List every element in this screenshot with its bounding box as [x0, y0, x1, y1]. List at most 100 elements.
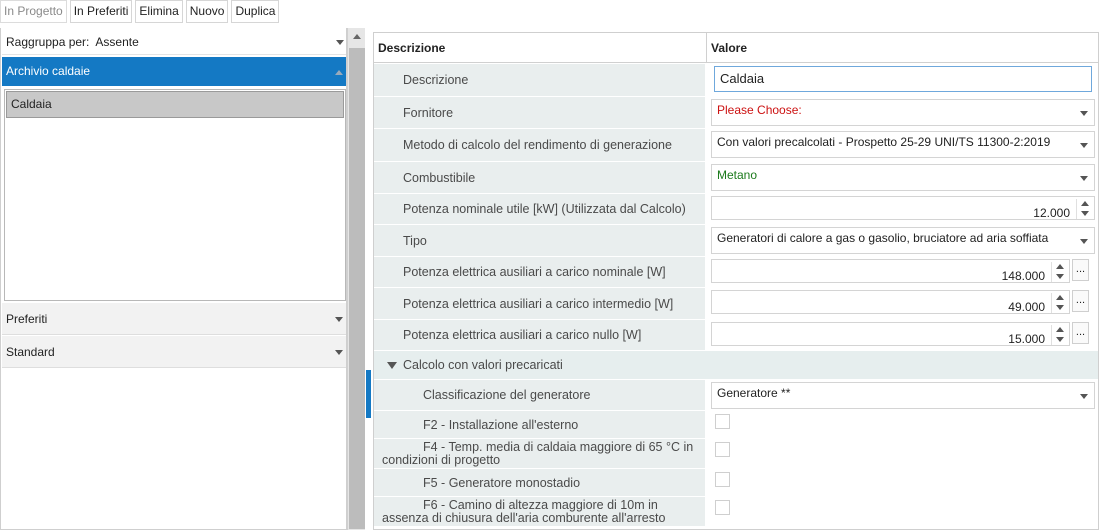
- column-separator[interactable]: [706, 33, 707, 63]
- chevron-up-icon: [353, 34, 361, 39]
- row-label: F6 - Camino di altezza maggiore di 10m i…: [374, 497, 705, 526]
- spin-buttons[interactable]: [1051, 325, 1067, 345]
- spin-down-icon[interactable]: [1056, 337, 1064, 342]
- spin-down-icon[interactable]: [1056, 305, 1064, 310]
- row-fornitore: Fornitore Please Choose:: [374, 97, 1098, 128]
- aux-nullo-stepper[interactable]: 15.000: [711, 322, 1070, 346]
- row-label-text: F4 - Temp. media di caldaia maggiore di …: [382, 439, 694, 467]
- row-label-text: F5 - Generatore monostadio: [423, 475, 581, 490]
- chevron-down-icon: [1080, 239, 1088, 244]
- row-f4: F4 - Temp. media di caldaia maggiore di …: [374, 439, 1098, 468]
- row-label: Fornitore: [374, 97, 705, 128]
- spin-buttons[interactable]: [1051, 262, 1067, 282]
- in-progetto-button[interactable]: In Progetto: [0, 0, 67, 23]
- aux-intermedio-ellipsis-button[interactable]: ...: [1072, 290, 1089, 312]
- nuovo-button[interactable]: Nuovo: [185, 0, 229, 23]
- spin-down-icon[interactable]: [1056, 274, 1064, 279]
- row-label: F2 - Installazione all'esterno: [374, 411, 705, 438]
- row-value: [708, 411, 1098, 438]
- group-standard[interactable]: Standard: [2, 336, 346, 368]
- metodo-dropdown[interactable]: Con valori precalcolati - Prospetto 25-2…: [711, 131, 1095, 158]
- spin-buttons[interactable]: [1051, 293, 1067, 313]
- row-value: 12.000: [708, 194, 1098, 224]
- row-value: [708, 439, 1098, 468]
- column-header-valore[interactable]: Valore: [711, 33, 747, 63]
- row-classificazione: Classificazione del generatore Generator…: [374, 380, 1098, 410]
- descrizione-input[interactable]: Caldaia: [714, 66, 1092, 92]
- aux-nominale-stepper[interactable]: 148.000: [711, 259, 1070, 283]
- spin-up-icon[interactable]: [1056, 264, 1064, 269]
- property-grid: Descrizione Valore Descrizione Caldaia F…: [373, 32, 1099, 530]
- chevron-down-icon: [335, 350, 343, 355]
- group-preferiti[interactable]: Preferiti: [2, 303, 346, 335]
- row-value: Generatori di calore a gas o gasolio, br…: [708, 225, 1098, 256]
- row-label-text: Fornitore: [403, 105, 454, 120]
- row-label-text: Potenza elettrica ausiliari a carico int…: [403, 296, 674, 311]
- spin-up-icon[interactable]: [1081, 201, 1089, 206]
- fornitore-dropdown[interactable]: Please Choose:: [711, 99, 1095, 126]
- duplica-button[interactable]: Duplica: [231, 0, 280, 23]
- toolbar: In Progetto In Preferiti Elimina Nuovo D…: [0, 0, 282, 24]
- archive-list: Caldaia: [4, 89, 346, 301]
- archive-header[interactable]: Archivio caldaie: [2, 57, 346, 86]
- groupby-label: Raggruppa per:: [6, 35, 90, 49]
- row-label-text: Metodo di calcolo del rendimento di gene…: [403, 138, 672, 152]
- row-f5: F5 - Generatore monostadio: [374, 469, 1098, 496]
- f5-checkbox[interactable]: [715, 472, 730, 487]
- list-item[interactable]: Caldaia: [6, 91, 344, 118]
- f2-checkbox[interactable]: [715, 414, 730, 429]
- row-value: [708, 497, 1098, 526]
- row-value: Metano: [708, 162, 1098, 193]
- chevron-down-icon: [1080, 394, 1088, 399]
- row-label: Combustibile: [374, 162, 705, 193]
- row-aux-nominale: Potenza elettrica ausiliari a carico nom…: [374, 257, 1098, 287]
- column-header-descrizione[interactable]: Descrizione: [378, 33, 445, 63]
- row-label-text: Potenza elettrica ausiliari a carico nul…: [403, 328, 642, 342]
- panel-splitter[interactable]: [366, 370, 371, 418]
- groupby-value: Assente: [95, 35, 139, 49]
- row-label: Potenza elettrica ausiliari a carico nom…: [374, 257, 705, 287]
- aux-intermedio-stepper[interactable]: 49.000: [711, 290, 1070, 314]
- groupby-dropdown[interactable]: Raggruppa per: Assente: [2, 29, 346, 55]
- f4-checkbox[interactable]: [715, 442, 730, 457]
- row-label: Potenza elettrica ausiliari a carico nul…: [374, 320, 705, 350]
- section-calcolo-precaricati[interactable]: Calcolo con valori precaricati: [374, 351, 1098, 379]
- row-label-text: F2 - Installazione all'esterno: [423, 417, 579, 432]
- collapse-triangle-icon[interactable]: [387, 362, 397, 369]
- elimina-button[interactable]: Elimina: [135, 0, 183, 23]
- row-label-text: Potenza nominale utile [kW] (Utilizzata …: [403, 202, 686, 216]
- spin-up-icon[interactable]: [1056, 295, 1064, 300]
- row-value: Generatore **: [708, 380, 1098, 410]
- scroll-up-button[interactable]: [349, 29, 365, 45]
- spin-buttons[interactable]: [1076, 199, 1092, 219]
- tipo-dropdown[interactable]: Generatori di calore a gas o gasolio, br…: [711, 227, 1095, 254]
- scroll-thumb[interactable]: [349, 48, 365, 529]
- row-value: Please Choose:: [708, 97, 1098, 128]
- row-label-text: Descrizione: [403, 73, 469, 87]
- combustibile-dropdown[interactable]: Metano: [711, 164, 1095, 191]
- aux-nullo-ellipsis-button[interactable]: ...: [1072, 322, 1089, 344]
- row-descrizione: Descrizione Caldaia: [374, 64, 1098, 96]
- aux-nominale-ellipsis-button[interactable]: ...: [1072, 259, 1089, 281]
- classificazione-value: Generatore **: [717, 386, 791, 400]
- combustibile-value: Metano: [717, 168, 758, 182]
- classificazione-dropdown[interactable]: Generatore **: [711, 382, 1095, 409]
- left-scrollbar[interactable]: [347, 28, 365, 530]
- f6-checkbox[interactable]: [715, 500, 730, 515]
- row-value: Caldaia: [708, 64, 1098, 96]
- chevron-up-icon: [335, 70, 343, 75]
- row-value: 148.000 ...: [708, 257, 1098, 287]
- tipo-value: Generatori di calore a gas o gasolio, br…: [717, 231, 1049, 245]
- row-f6: F6 - Camino di altezza maggiore di 10m i…: [374, 497, 1098, 526]
- chevron-down-icon: [1080, 176, 1088, 181]
- archive-header-label: Archivio caldaie: [6, 64, 91, 78]
- in-preferiti-button[interactable]: In Preferiti: [69, 0, 133, 23]
- row-label: F5 - Generatore monostadio: [374, 469, 705, 496]
- row-label: Classificazione del generatore: [374, 380, 705, 410]
- spin-down-icon[interactable]: [1081, 211, 1089, 216]
- spin-up-icon[interactable]: [1056, 327, 1064, 332]
- row-label-text: Combustibile: [403, 170, 476, 185]
- section-label: Calcolo con valori precaricati: [403, 358, 563, 372]
- potenza-nominale-stepper[interactable]: 12.000: [711, 196, 1095, 220]
- row-tipo: Tipo Generatori di calore a gas o gasoli…: [374, 225, 1098, 256]
